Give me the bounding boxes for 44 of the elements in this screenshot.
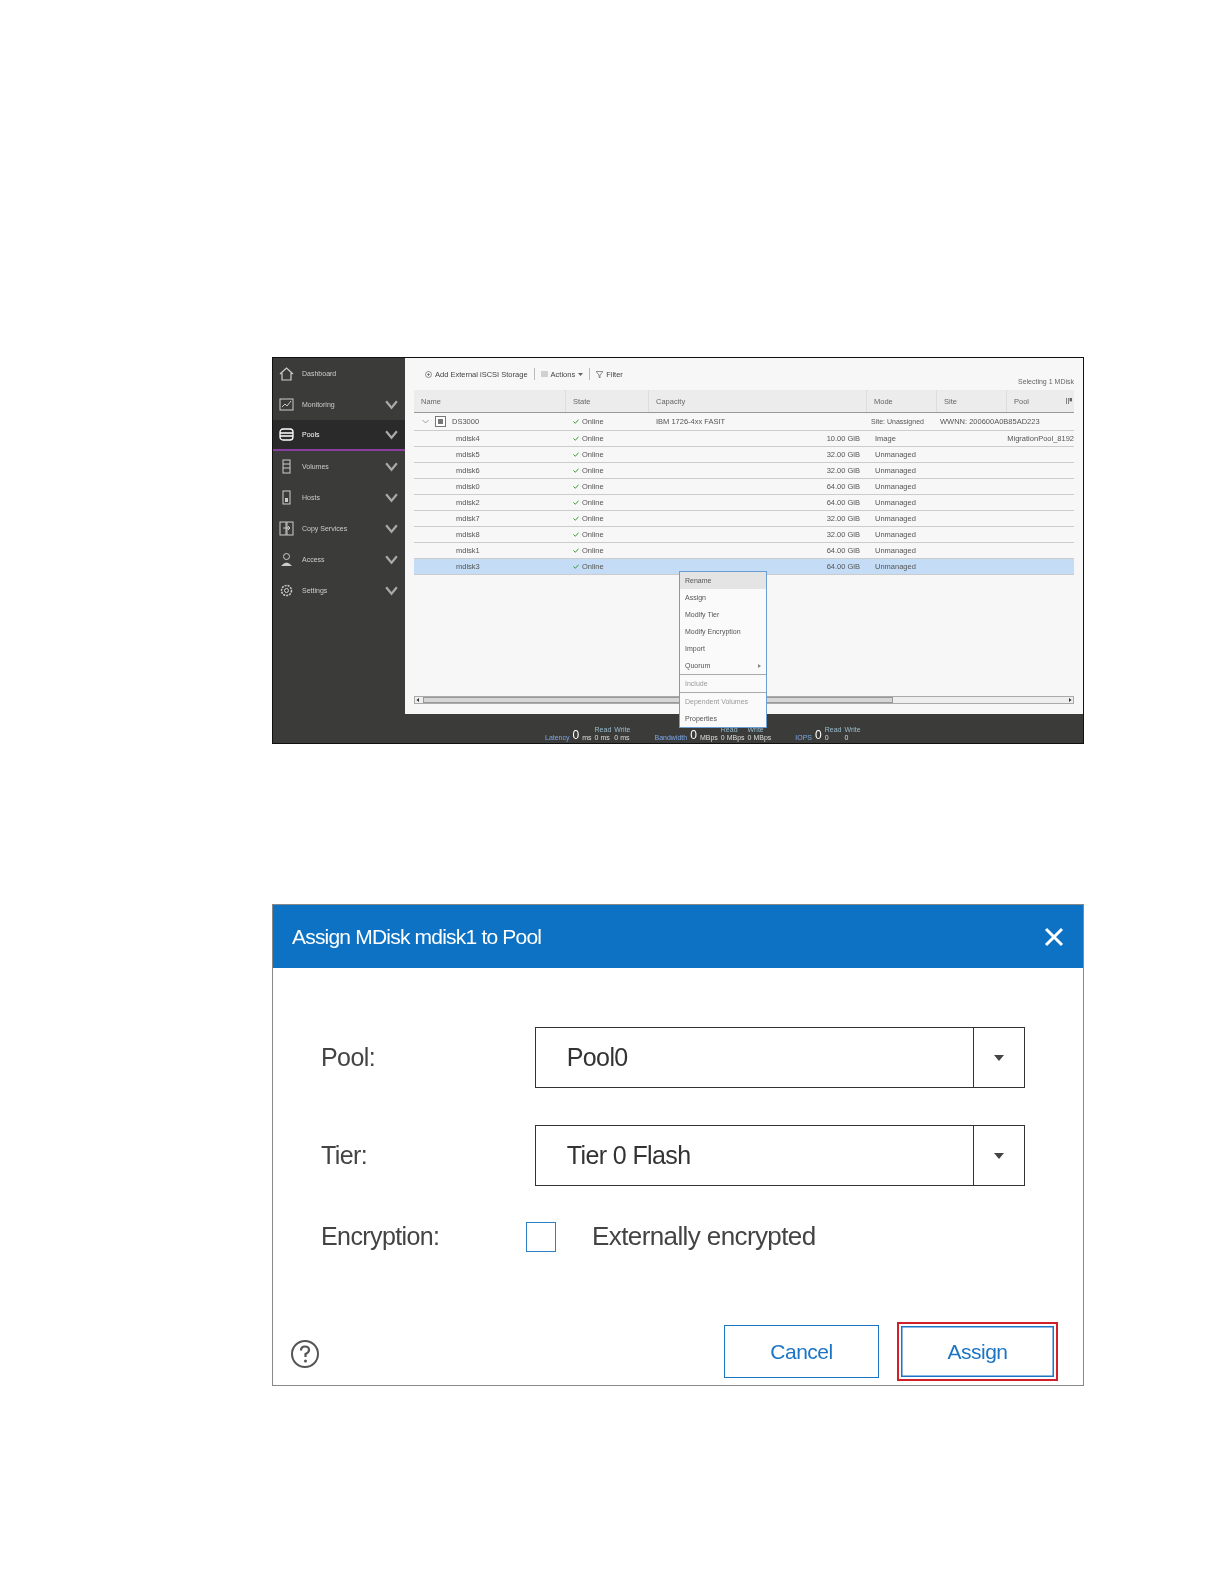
check-icon — [573, 548, 579, 553]
check-icon — [573, 436, 579, 441]
filter-icon — [596, 370, 604, 378]
checkbox[interactable] — [526, 1221, 556, 1252]
add-icon — [425, 370, 432, 378]
check-icon — [573, 516, 579, 521]
storage-system-icon — [435, 416, 446, 427]
scroll-right-icon — [1067, 697, 1073, 703]
storage-icon — [279, 427, 294, 442]
submenu-arrow-icon — [758, 663, 761, 668]
close-icon[interactable] — [1043, 925, 1065, 948]
user-icon — [279, 552, 294, 567]
column-settings-icon — [1066, 398, 1072, 404]
settings-icon — [279, 583, 294, 598]
field-label: Encryption: — [321, 1222, 441, 1251]
volumes-icon — [279, 459, 294, 474]
checkbox-label: Externally encrypted — [592, 1221, 816, 1252]
check-icon — [573, 564, 579, 569]
field-label: Pool: — [321, 1043, 376, 1072]
metric-value: 0 — [572, 729, 580, 741]
help-icon[interactable] — [290, 1339, 320, 1369]
check-icon — [573, 532, 579, 537]
caret-icon — [994, 1152, 1004, 1159]
metric-value: 0 — [690, 729, 697, 741]
dropdown[interactable]: Tier 0 Flash — [534, 1125, 1025, 1186]
copy-icon — [279, 521, 294, 536]
metric-value: 0 — [815, 729, 822, 741]
field-label: Tier: — [321, 1141, 369, 1170]
chart-icon — [279, 397, 294, 412]
check-icon — [573, 419, 579, 424]
check-icon — [573, 452, 579, 457]
caret-icon — [578, 372, 584, 376]
list-icon — [540, 371, 548, 377]
server-icon — [279, 490, 294, 505]
home-icon — [279, 366, 294, 381]
dropdown[interactable]: Pool0 — [534, 1027, 1025, 1088]
dialog-button[interactable]: Assign — [897, 1322, 1058, 1381]
dialog-button[interactable]: Cancel — [724, 1325, 879, 1378]
check-icon — [573, 468, 579, 473]
check-icon — [573, 500, 579, 505]
dialog-title: Assign MDisk mdisk1 to Pool — [292, 924, 542, 949]
check-icon — [573, 484, 579, 489]
caret-icon — [994, 1054, 1004, 1061]
scroll-left-icon — [415, 697, 421, 703]
